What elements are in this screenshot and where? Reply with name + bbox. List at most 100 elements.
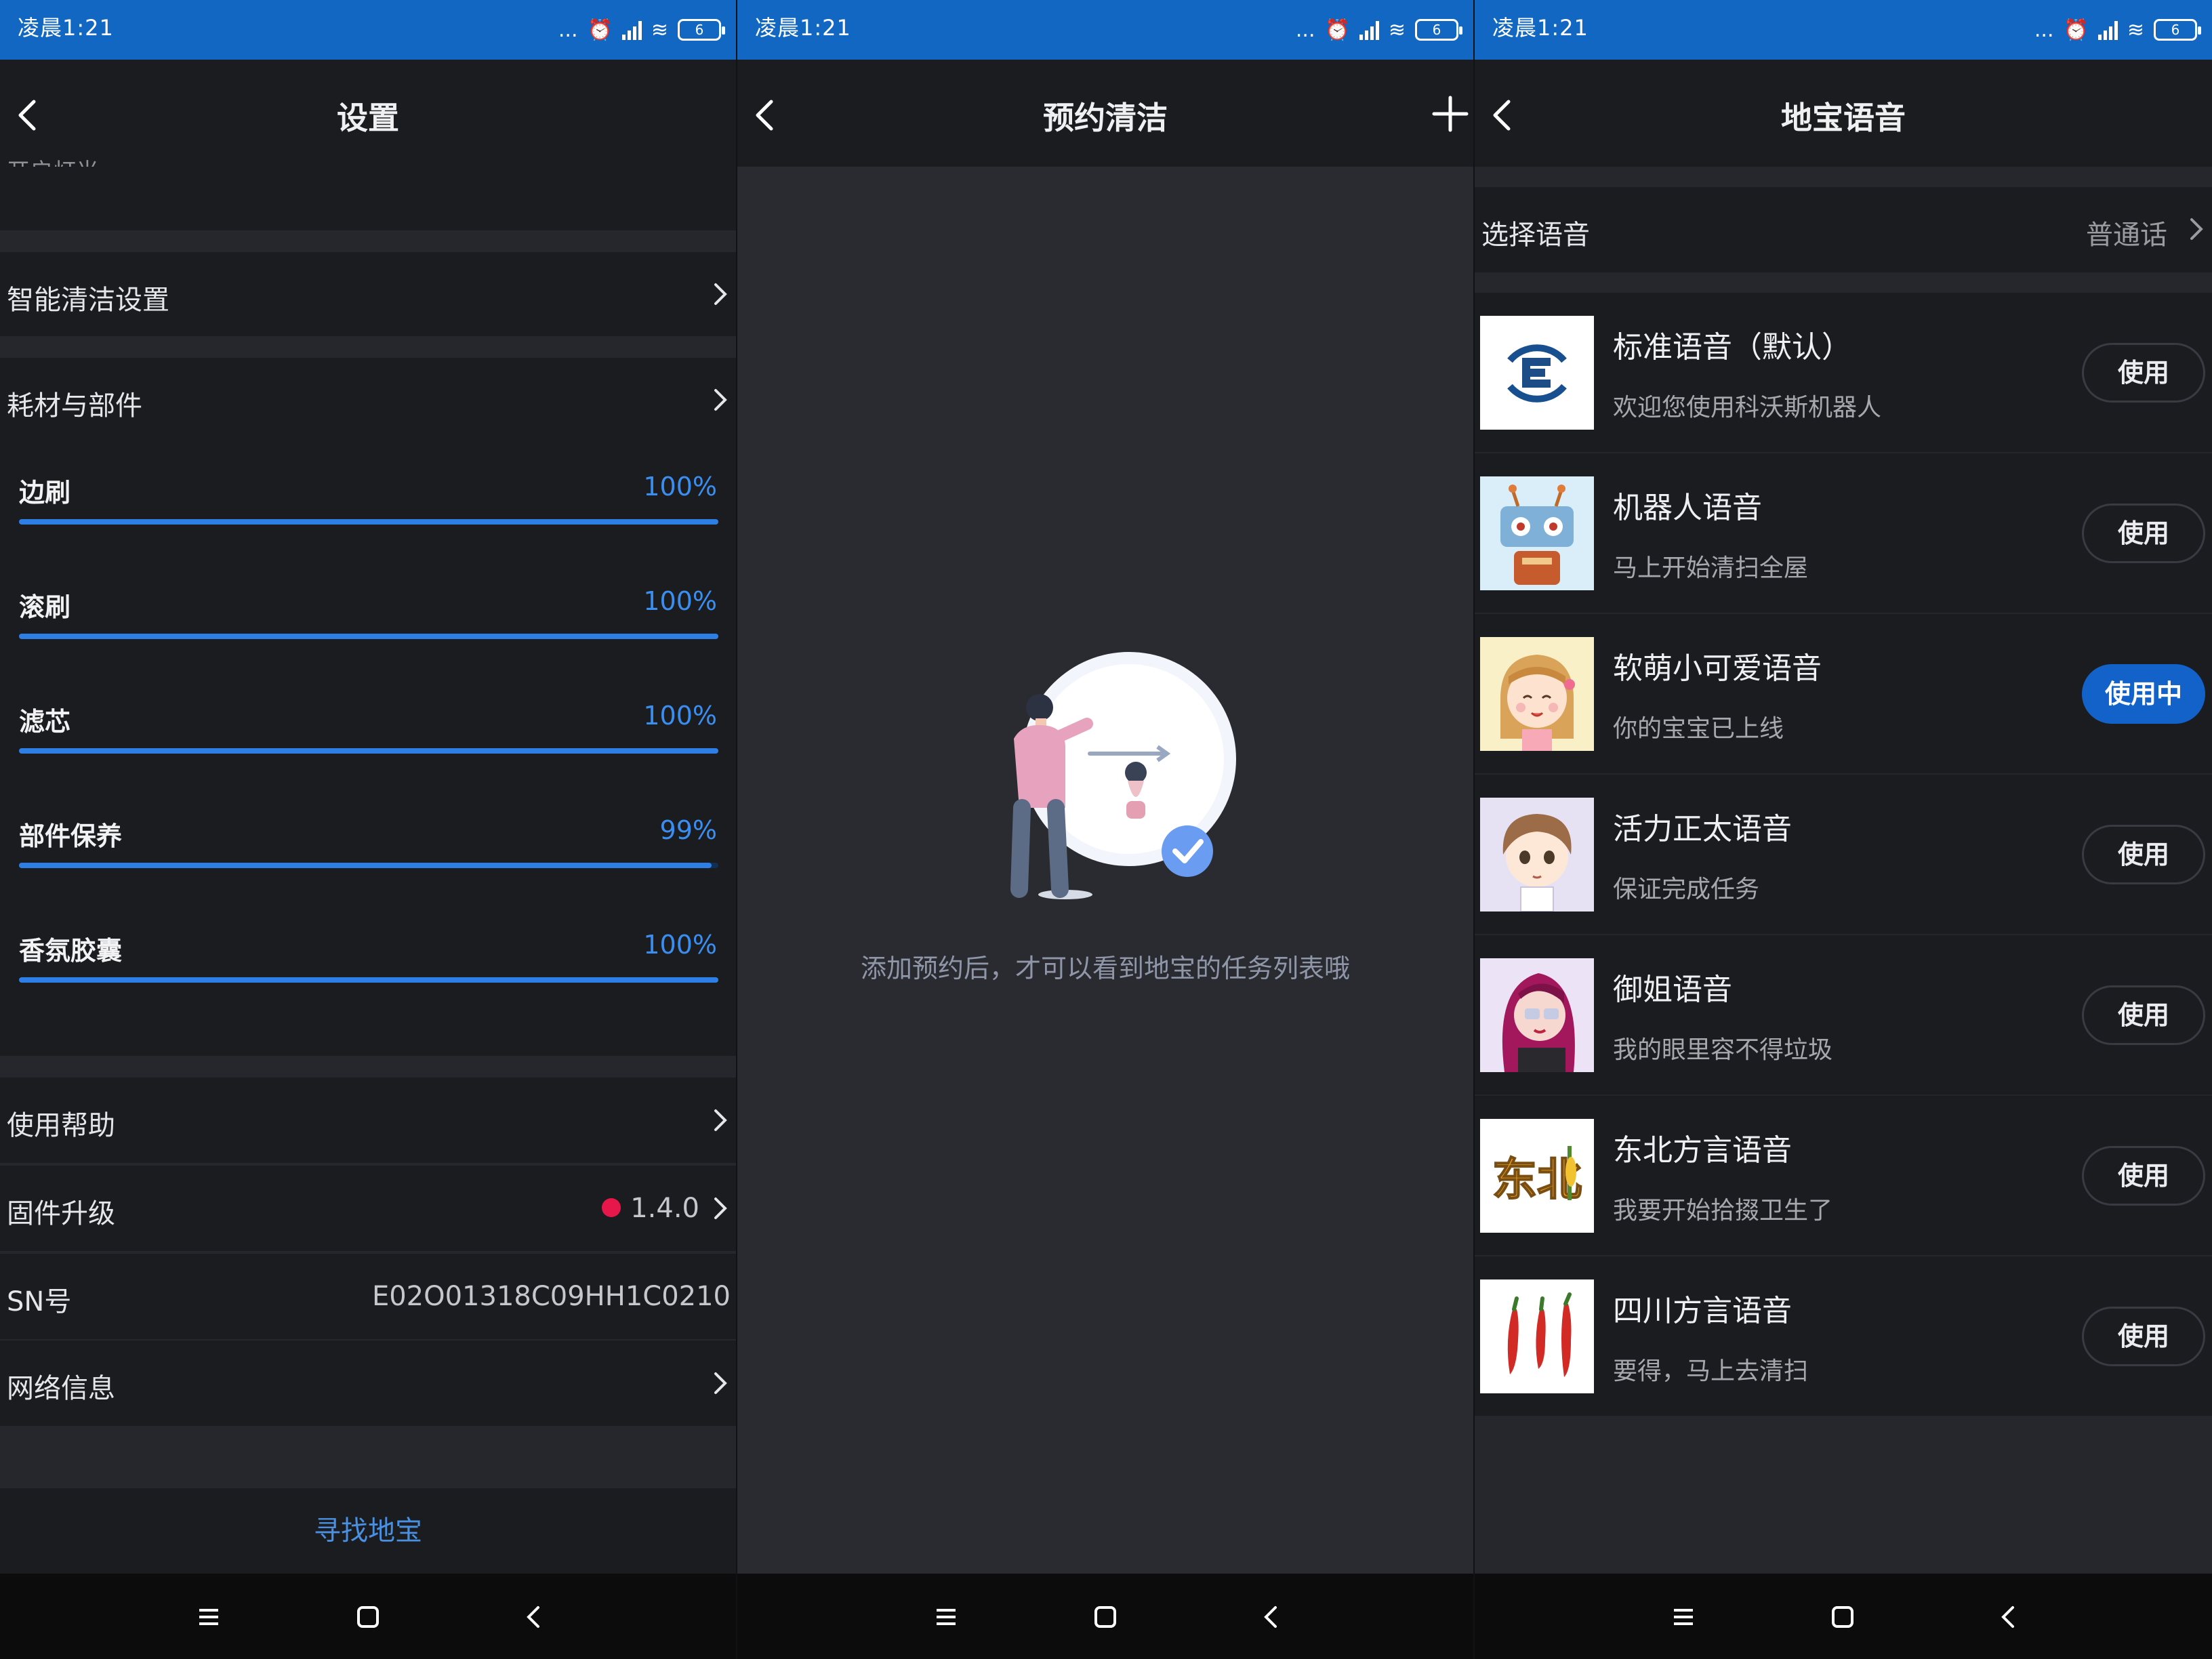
battery-icon: 6 [678,19,725,41]
consumables-section: 耗材与部件 边刷 100% 滚刷 100% 滤芯 100% 部件保养 99% 香氛胶囊 100% [0,358,736,1056]
use-voice-button[interactable]: 使用 [2082,504,2205,563]
nav-back-icon[interactable] [515,1598,553,1636]
consumable-name: 边刷 [19,478,71,508]
voice-description: 马上开始清扫全屋 [1613,554,1809,582]
consumable-progress-bar [19,748,718,754]
consumable-progress-fill [19,519,718,525]
home-icon[interactable] [1086,1598,1124,1636]
selected-language-value: 普通话 [2086,220,2167,251]
firmware-version: 1.4.0 [630,1193,699,1224]
find-robot-button[interactable]: 寻找地宝 [0,1488,736,1574]
use-voice-button[interactable]: 使用 [2082,1146,2205,1206]
more-dots-icon: ... [558,18,578,42]
voice-list-item: 活力正太语音保证完成任务 使用 [1475,775,2212,935]
add-schedule-icon[interactable] [1431,95,1469,133]
nav-back-icon[interactable] [1990,1598,2028,1636]
voice-description: 欢迎您使用科沃斯机器人 [1613,394,1882,422]
smart-clean-settings-row[interactable]: 智能清洁设置 [0,252,736,336]
alarm-icon: ⏰ [2063,18,2089,42]
use-voice-button[interactable]: 使用 [2082,825,2205,884]
voice-name: 软萌小可爱语音 [1613,651,1822,686]
use-voice-button[interactable]: 使用 [2082,343,2205,403]
empty-schedule-message: 添加预约后，才可以看到地宝的任务列表哦 [860,954,1350,983]
voice-list-item: 御姐语音我的眼里容不得垃圾 使用 [1475,935,2212,1096]
voice-name: 御姐语音 [1613,972,1732,1007]
voice-list-item: 东北 东北方言语音 我要开始拾掇卫生了 使用 [1475,1096,2212,1256]
voice-description: 我的眼里容不得垃圾 [1613,1036,1833,1064]
nav-back-icon[interactable] [1252,1598,1290,1636]
sn-value: E02O01318C09HH1C0210 [371,1281,731,1312]
alarm-icon: ⏰ [1324,18,1350,42]
network-info-row[interactable]: 网络信息 [0,1340,736,1426]
home-icon[interactable] [1824,1598,1862,1636]
voice-description: 保证完成任务 [1613,876,1760,903]
consumable-percent: 99% [659,815,717,845]
status-time: 凌晨1:21 [1492,15,1589,41]
in-use-button[interactable]: 使用中 [2082,664,2205,724]
consumable-progress-fill [19,977,718,983]
chevron-right-icon [714,1372,727,1394]
select-language-row[interactable]: 选择语音 普通话 [1475,187,2212,272]
title-bar: 设置 [0,60,736,167]
title-bar: 预约清洁 [737,60,1473,167]
sn-row: SN号 E02O01318C09HH1C0210 [0,1254,736,1339]
consumable-percent: 100% [643,701,717,731]
home-icon[interactable] [349,1598,387,1636]
consumable-progress-fill [19,863,712,868]
use-voice-button[interactable]: 使用 [2082,1307,2205,1366]
voice-description: 你的宝宝已上线 [1613,715,1784,743]
chevron-right-icon [714,1109,727,1131]
voice-name: 标准语音（默认） [1613,330,1851,365]
status-bar: 凌晨1:21 ... ⏰ ≋ 6 [0,0,736,60]
page-title: 预约清洁 [1043,100,1168,136]
consumable-name: 滚刷 [19,592,71,622]
consumable-progress-bar [19,634,718,639]
consumable-progress-bar [19,519,718,525]
nav-bar [0,1574,736,1659]
menu-icon[interactable] [1664,1598,1702,1636]
schedule-screen: 凌晨1:21 ... ⏰ ≋ 6 预约清洁 添加预约后，才可以看到地宝的任务列表… [737,0,1473,1659]
consumable-progress-fill [19,748,718,754]
voice-name: 活力正太语音 [1613,812,1792,846]
chevron-right-icon [2190,218,2203,240]
sn-label: SN号 [7,1286,72,1317]
boy-avatar-icon [1480,798,1594,912]
consumable-progress-bar [19,863,718,868]
page-title: 设置 [337,100,399,136]
consumable-progress-fill [19,634,718,639]
network-label: 网络信息 [7,1373,115,1404]
light-setting-row [0,167,736,230]
voice-name: 机器人语音 [1613,491,1762,525]
status-time: 凌晨1:21 [18,15,114,41]
signal-icon [2097,20,2118,40]
chili-peppers-avatar-icon [1480,1279,1594,1393]
help-row[interactable]: 使用帮助 [0,1078,736,1163]
more-dots-icon: ... [1295,18,1315,42]
menu-icon[interactable] [190,1598,228,1636]
status-icons: ... ⏰ ≋ 6 [1295,9,1462,50]
dongbei-avatar-icon: 东北 [1480,1119,1594,1233]
chevron-right-icon [714,389,727,411]
firmware-label: 固件升级 [7,1198,115,1229]
battery-icon: 6 [2154,19,2201,41]
firmware-row[interactable]: 固件升级 1.4.0 [0,1166,736,1251]
consumable-name: 滤芯 [19,707,71,737]
use-voice-button[interactable]: 使用 [2082,985,2205,1045]
status-icons: ... ⏰ ≋ 6 [2034,9,2201,50]
voice-list-item: 标准语音（默认） 欢迎您使用科沃斯机器人 使用 [1475,293,2212,453]
more-dots-icon: ... [2034,18,2054,42]
consumables-row[interactable]: 耗材与部件 [0,358,736,442]
voice-name: 四川方言语音 [1613,1294,1792,1328]
voice-list-item: 机器人语音马上开始清扫全屋 使用 [1475,453,2212,614]
menu-icon[interactable] [927,1598,965,1636]
update-dot-icon [602,1198,621,1217]
wifi-icon: ≋ [2127,18,2144,42]
consumable-name: 香氛胶囊 [19,936,123,966]
lady-avatar-icon [1480,958,1594,1072]
signal-icon [1359,20,1379,40]
robot-avatar-icon [1480,476,1594,590]
status-bar: 凌晨1:21 ... ⏰ ≋ 6 [737,0,1473,60]
settings-screen: 凌晨1:21 ... ⏰ ≋ 6 设置 开启灯光 智能清洁设置 耗材与部件 边刷… [0,0,736,1659]
screenshot-stage: 凌晨1:21 ... ⏰ ≋ 6 设置 开启灯光 智能清洁设置 耗材与部件 边刷… [0,0,2212,1659]
voice-name: 东北方言语音 [1613,1133,1792,1168]
